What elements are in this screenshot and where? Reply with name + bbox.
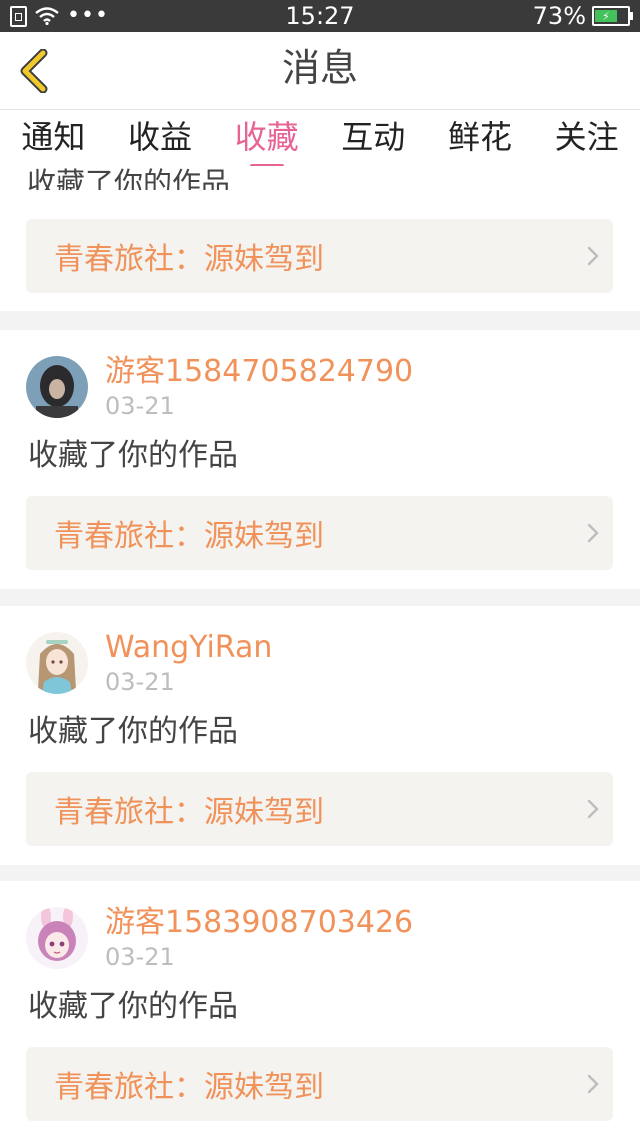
work-title: 青春旅社：源妹驾到	[54, 519, 324, 554]
more-notifications-icon: •••	[67, 3, 109, 28]
username[interactable]: 游客1583908703426	[105, 905, 413, 941]
list-item: 游客1584705824790 03-21 收藏了你的作品 青春旅社：源妹驾到	[0, 330, 640, 589]
work-title: 青春旅社：源妹驾到	[54, 795, 324, 830]
page-title: 消息	[281, 46, 358, 90]
message-feed[interactable]: 收藏了你的作品 青春旅社：源妹驾到 游客1584705824790 03-21 …	[0, 166, 640, 1138]
work-link[interactable]: 青春旅社：源妹驾到	[26, 496, 613, 570]
status-icons-right: 73% ⚡	[533, 2, 640, 30]
work-link[interactable]: 青春旅社：源妹驾到	[26, 772, 613, 846]
sim-card-icon	[10, 5, 27, 27]
tab-notifications[interactable]: 通知	[21, 110, 85, 166]
work-title: 青春旅社：源妹驾到	[54, 1070, 324, 1105]
wifi-icon	[35, 7, 59, 25]
list-item: 收藏了你的作品 青春旅社：源妹驾到	[0, 166, 640, 311]
chevron-right-icon	[573, 798, 613, 820]
date: 03-21	[105, 943, 175, 971]
battery-icon: ⚡	[592, 6, 633, 26]
tab-follows[interactable]: 关注	[555, 110, 619, 166]
tab-favorites[interactable]: 收藏	[235, 110, 299, 166]
date: 03-21	[105, 668, 175, 696]
chevron-right-icon	[573, 1073, 613, 1095]
tab-interactions[interactable]: 互动	[341, 110, 405, 166]
work-title: 青春旅社：源妹驾到	[54, 242, 324, 277]
chevron-right-icon	[573, 522, 613, 544]
username[interactable]: WangYiRan	[105, 630, 272, 666]
tab-bar: 通知 收益 收藏 互动 鲜花 关注	[0, 110, 640, 166]
tab-earnings[interactable]: 收益	[128, 110, 192, 166]
action-text: 收藏了你的作品	[28, 989, 238, 1024]
status-icons-left: •••	[0, 5, 109, 27]
work-link[interactable]: 青春旅社：源妹驾到	[26, 219, 613, 293]
action-text: 收藏了你的作品	[27, 168, 231, 190]
dark-hair-avatar-icon	[26, 356, 88, 418]
list-item: 游客1583908703426 03-21 收藏了你的作品 青春旅社：源妹驾到	[0, 881, 640, 1138]
avatar[interactable]	[26, 632, 88, 694]
nav-bar: 消息	[0, 32, 640, 110]
work-link[interactable]: 青春旅社：源妹驾到	[26, 1047, 613, 1121]
tab-flowers[interactable]: 鲜花	[448, 110, 512, 166]
battery-percent: 73%	[532, 2, 586, 30]
battery-level: ⚡	[595, 10, 617, 23]
status-bar: ••• 15:27 73% ⚡	[0, 0, 640, 32]
anime-girl-avatar-icon	[26, 632, 88, 694]
avatar[interactable]	[26, 907, 88, 969]
list-item: WangYiRan 03-21 收藏了你的作品 青春旅社：源妹驾到	[0, 606, 640, 865]
pink-bunny-avatar-icon	[26, 907, 88, 969]
chevron-right-icon	[573, 245, 613, 267]
date: 03-21	[105, 392, 175, 420]
username[interactable]: 游客1584705824790	[105, 354, 413, 390]
avatar[interactable]	[26, 356, 88, 418]
action-text: 收藏了你的作品	[28, 714, 238, 749]
action-text: 收藏了你的作品	[28, 438, 238, 473]
